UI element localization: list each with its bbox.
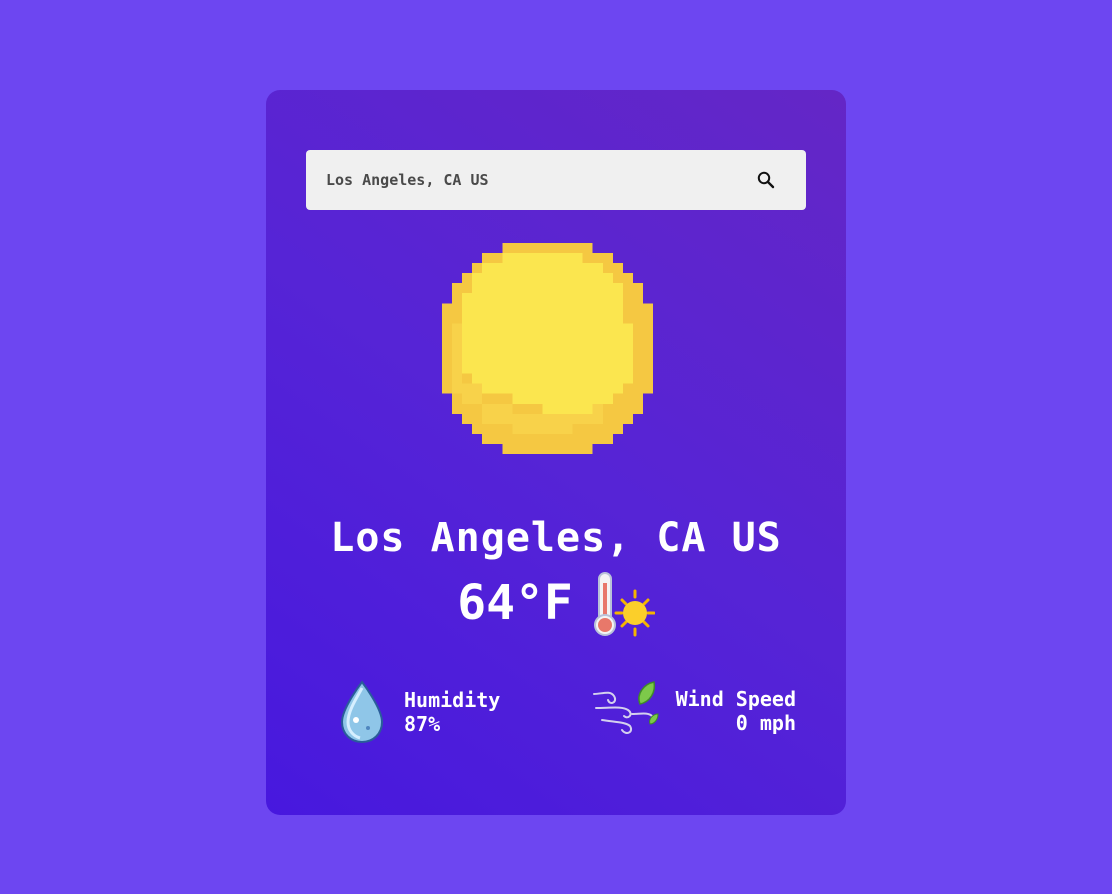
temperature-row: 64°F (266, 568, 846, 638)
water-drop-icon (340, 680, 384, 744)
search-icon (757, 171, 775, 189)
search-input[interactable] (306, 150, 736, 210)
wind-icon (592, 681, 659, 734)
wind-speed-value: 0 mph (735, 711, 796, 735)
search-button[interactable] (746, 165, 786, 195)
sun-icon (442, 243, 653, 454)
humidity-label: Humidity (404, 688, 501, 712)
humidity-section: Humidity 87% (336, 680, 500, 744)
city-name: Los Angeles, CA US (330, 515, 782, 561)
wind-section: Wind Speed 0 mph (592, 680, 796, 742)
wind-speed-label: Wind Speed (675, 687, 796, 711)
thermometer-sun-icon (593, 572, 655, 637)
weather-card: Los Angeles, CA US 64°F (266, 90, 846, 815)
search-bar (306, 150, 806, 210)
temperature-value: 64°F (457, 575, 573, 631)
humidity-value: 87% (404, 712, 441, 736)
